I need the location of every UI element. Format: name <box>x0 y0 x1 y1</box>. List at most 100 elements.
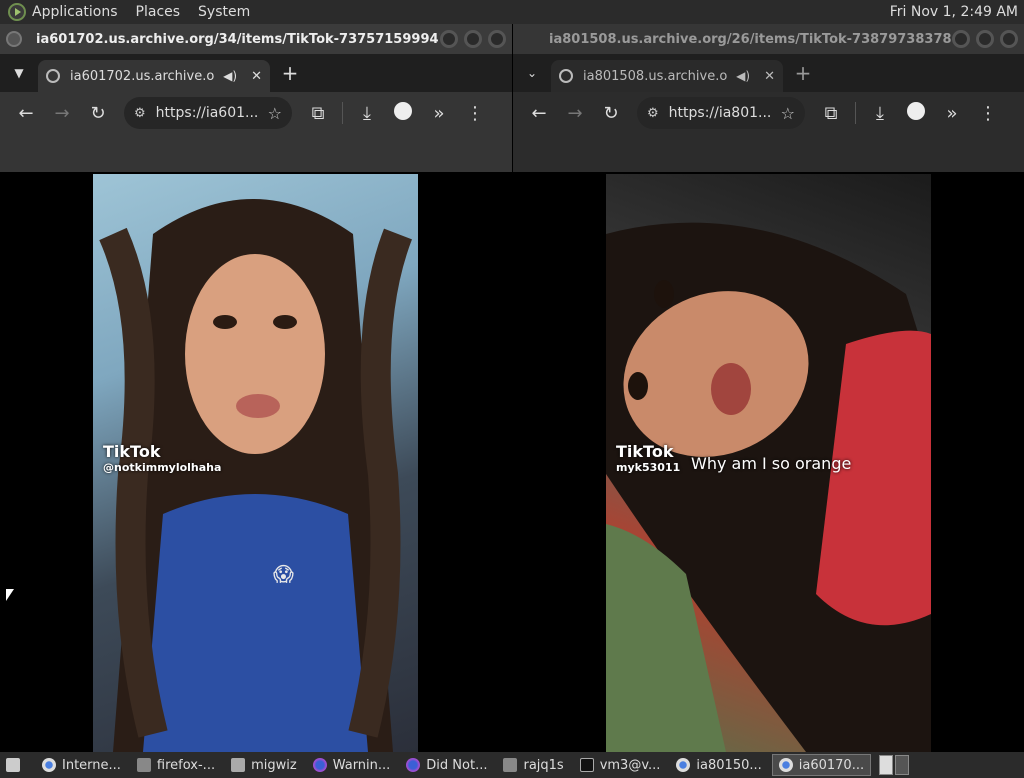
terminal-icon <box>579 758 594 772</box>
tiktok-video-player[interactable]: TikTok myk53011 Why am I so orange <box>606 174 931 752</box>
taskbar-item[interactable]: rajq1s <box>497 754 569 776</box>
url-text[interactable]: https://ia801... <box>669 105 781 121</box>
tab-strip: ⌄ ia801508.us.archive.org/ ◀) ✕ + <box>513 54 1024 92</box>
address-bar[interactable]: ⚙ https://ia601... ☆ <box>124 97 292 129</box>
taskbar-item[interactable]: ia80150... <box>670 754 767 776</box>
taskbar-item[interactable]: Interne... <box>36 754 127 776</box>
tab-title: ia801508.us.archive.org/ <box>583 68 728 84</box>
show-desktop-icon <box>6 758 20 772</box>
tab-search-chevron-down-icon[interactable]: ⌄ <box>513 66 551 80</box>
site-info-icon[interactable]: ⚙ <box>134 106 146 121</box>
taskbar-item[interactable]: migwiz <box>225 754 303 776</box>
bookmark-star-icon[interactable]: ☆ <box>781 104 795 123</box>
kebab-menu-icon[interactable]: ⋮ <box>970 103 1006 124</box>
address-bar[interactable]: ⚙ https://ia801... ☆ <box>637 97 805 129</box>
page-content: TikTok myk53011 Why am I so orange <box>513 174 1024 752</box>
browser-toolbar: ← → ↻ ⚙ https://ia801... ☆ ⧉ ⤓ » ⋮ <box>513 92 1024 134</box>
window-title: ia601702.us.archive.org/34/items/TikTok-… <box>36 31 440 47</box>
tiktok-watermark: TikTok myk53011 <box>616 442 680 474</box>
page-content: TikTok @notkimmylolhaha 😱 <box>0 174 512 752</box>
profile-avatar-icon[interactable] <box>898 101 934 125</box>
tiktok-watermark: TikTok @notkimmylolhaha <box>103 442 221 474</box>
window-titlebar[interactable]: ia801508.us.archive.org/26/items/TikTok-… <box>513 24 1024 54</box>
firefox-icon <box>406 758 421 772</box>
overflow-chevron-icon[interactable]: » <box>934 103 970 124</box>
workspace-2[interactable] <box>895 755 910 775</box>
panel-clock[interactable]: Fri Nov 1, 2:49 AM <box>890 4 1018 20</box>
maximize-button[interactable] <box>464 30 482 48</box>
minimize-button[interactable] <box>440 30 458 48</box>
taskbar-item[interactable]: firefox-... <box>131 754 221 776</box>
download-icon[interactable]: ⤓ <box>349 103 385 124</box>
speaker-icon[interactable]: ◀) <box>736 69 750 83</box>
applications-menu[interactable]: Applications <box>32 4 118 20</box>
window-menu-icon[interactable] <box>6 31 22 47</box>
back-arrow-icon[interactable]: ← <box>521 103 557 124</box>
bottom-taskbar: Interne... firefox-... migwiz Warnin... … <box>0 752 1024 778</box>
browser-toolbar: ← → ↻ ⚙ https://ia601... ☆ ⧉ ⤓ » ⋮ <box>0 92 512 134</box>
tab-active[interactable]: ia601702.us.archive.org/3 ◀) ✕ <box>38 60 270 92</box>
taskbar-item-label: Warnin... <box>332 757 391 773</box>
workspace-1[interactable] <box>879 755 894 775</box>
distro-logo-icon[interactable] <box>8 3 26 21</box>
taskbar-item[interactable]: Warnin... <box>307 754 397 776</box>
system-menu[interactable]: System <box>198 4 250 20</box>
extensions-puzzle-icon[interactable]: ⧉ <box>300 103 336 124</box>
bookmark-star-icon[interactable]: ☆ <box>268 104 282 123</box>
taskbar-item[interactable]: vm3@v... <box>574 754 667 776</box>
back-arrow-icon[interactable]: ← <box>8 103 44 124</box>
close-window-button[interactable] <box>488 30 506 48</box>
download-icon[interactable]: ⤓ <box>862 103 898 124</box>
workspace-switcher[interactable] <box>879 755 910 775</box>
chrome-icon <box>42 758 56 772</box>
minimize-button[interactable] <box>952 30 970 48</box>
taskbar-item-label: rajq1s <box>523 757 564 773</box>
window-title: ia801508.us.archive.org/26/items/TikTok-… <box>549 31 952 47</box>
window-titlebar[interactable]: ia601702.us.archive.org/34/items/TikTok-… <box>0 24 512 54</box>
close-tab-icon[interactable]: ✕ <box>251 69 262 84</box>
taskbar-item-label: firefox-... <box>156 757 216 773</box>
taskbar-item-label: ia80150... <box>696 757 762 773</box>
browser-window-left: ia601702.us.archive.org/34/items/TikTok-… <box>0 24 512 752</box>
maximize-button[interactable] <box>976 30 994 48</box>
toolbar-spacer <box>513 134 1024 172</box>
taskbar-item-label: ia60170... <box>798 757 865 773</box>
desktop: Applications Places System Fri Nov 1, 2:… <box>0 0 1024 778</box>
tiktok-username: @notkimmylolhaha <box>103 461 222 474</box>
profile-avatar-icon[interactable] <box>385 101 421 125</box>
close-window-button[interactable] <box>1000 30 1018 48</box>
tiktok-logo-text: TikTok <box>616 442 674 461</box>
url-text[interactable]: https://ia601... <box>156 105 268 121</box>
toolbar-divider <box>342 102 343 124</box>
app-icon <box>136 758 151 772</box>
forward-arrow-icon[interactable]: → <box>557 103 593 124</box>
taskbar-item-active[interactable]: ia60170... <box>771 754 872 776</box>
tiktok-video-player[interactable]: TikTok @notkimmylolhaha 😱 <box>93 174 418 752</box>
forward-arrow-icon[interactable]: → <box>44 103 80 124</box>
new-tab-plus-icon[interactable]: + <box>270 61 310 85</box>
speaker-icon[interactable]: ◀) <box>223 69 237 83</box>
show-desktop-button[interactable] <box>0 754 32 776</box>
new-tab-plus-icon[interactable]: + <box>783 61 823 85</box>
reload-icon[interactable]: ↻ <box>80 103 116 124</box>
firefox-icon <box>312 758 327 772</box>
overflow-chevron-icon[interactable]: » <box>421 103 457 124</box>
site-info-icon[interactable]: ⚙ <box>647 106 659 121</box>
toolbar-divider <box>855 102 856 124</box>
app-icon <box>503 758 518 772</box>
reload-icon[interactable]: ↻ <box>593 103 629 124</box>
mouse-cursor-icon <box>6 589 14 601</box>
tab-strip: ▼ ia601702.us.archive.org/3 ◀) ✕ + <box>0 54 512 92</box>
folder-icon <box>231 758 246 772</box>
extensions-puzzle-icon[interactable]: ⧉ <box>813 103 849 124</box>
video-caption: Why am I so orange <box>691 454 852 473</box>
tab-active[interactable]: ia801508.us.archive.org/ ◀) ✕ <box>551 60 783 92</box>
tab-search-chevron-down-icon[interactable]: ▼ <box>0 66 38 80</box>
globe-icon <box>46 69 60 83</box>
taskbar-item-label: Did Not... <box>426 757 488 773</box>
kebab-menu-icon[interactable]: ⋮ <box>457 103 493 124</box>
places-menu[interactable]: Places <box>136 4 181 20</box>
close-tab-icon[interactable]: ✕ <box>764 69 775 84</box>
top-panel: Applications Places System Fri Nov 1, 2:… <box>0 0 1024 24</box>
taskbar-item[interactable]: Did Not... <box>400 754 493 776</box>
